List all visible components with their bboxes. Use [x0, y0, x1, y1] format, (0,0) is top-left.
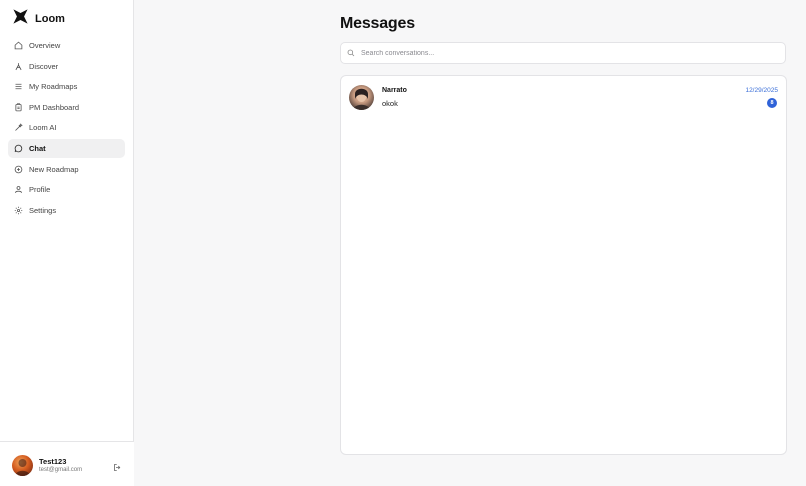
conversation-list: Narrato okok 12/29/2025 8	[340, 75, 787, 455]
sidebar-item-loom-ai[interactable]: Loom AI	[8, 118, 125, 137]
user-email: test@gmail.com	[39, 467, 83, 473]
list-icon	[14, 82, 23, 91]
compass-icon	[14, 62, 23, 71]
sidebar-item-label: PM Dashboard	[29, 102, 80, 112]
sidebar-item-label: Profile	[29, 185, 51, 195]
loom-logo-icon	[12, 8, 29, 30]
sidebar-item-overview[interactable]: Overview	[8, 36, 125, 55]
brand[interactable]: Loom	[12, 8, 65, 30]
chat-bubble-icon	[14, 144, 23, 153]
sparkle-pen-icon	[14, 123, 23, 132]
sidebar-item-label: My Roadmaps	[29, 82, 78, 92]
sidebar-item-profile[interactable]: Profile	[8, 180, 125, 199]
page-title: Messages	[340, 15, 415, 32]
conversation-date: 12/29/2025	[745, 87, 778, 94]
sidebar-item-label: Overview	[29, 41, 61, 50]
sidebar: Loom Overview Discover My Roadmaps PM Da…	[0, 0, 134, 486]
sidebar-item-my-roadmaps[interactable]: My Roadmaps	[8, 77, 125, 96]
sidebar-item-pm-dashboard[interactable]: PM Dashboard	[8, 98, 125, 117]
conversation-name: Narrato	[382, 87, 407, 94]
sidebar-nav: Overview Discover My Roadmaps PM Dashboa…	[8, 36, 125, 221]
conversation-last-message: okok	[382, 99, 398, 108]
logout-icon[interactable]	[113, 459, 122, 471]
gear-icon	[14, 206, 23, 215]
search-icon	[347, 44, 355, 62]
home-icon	[14, 41, 23, 50]
avatar	[12, 455, 33, 476]
user-icon	[14, 185, 23, 194]
sidebar-item-settings[interactable]: Settings	[8, 201, 125, 220]
sidebar-item-label: Discover	[29, 61, 59, 71]
sidebar-item-discover[interactable]: Discover	[8, 57, 125, 76]
clipboard-icon	[14, 103, 23, 112]
search-input[interactable]	[361, 49, 761, 57]
sidebar-item-label: New Roadmap	[29, 164, 79, 174]
sidebar-item-chat[interactable]: Chat	[8, 138, 125, 158]
brand-name: Loom	[35, 13, 65, 25]
search-bar[interactable]	[340, 42, 786, 64]
user-name: Test123	[39, 457, 67, 466]
contact-avatar	[349, 85, 374, 110]
unread-badge: 8	[767, 98, 777, 108]
sidebar-item-label: Chat	[29, 143, 46, 153]
sidebar-item-label: Loom AI	[29, 123, 57, 133]
sidebar-item-label: Settings	[29, 205, 57, 215]
sidebar-item-new-roadmap[interactable]: New Roadmap	[8, 160, 125, 179]
conversation-item[interactable]: Narrato okok 12/29/2025 8	[341, 76, 786, 118]
plus-circle-icon	[14, 165, 23, 174]
